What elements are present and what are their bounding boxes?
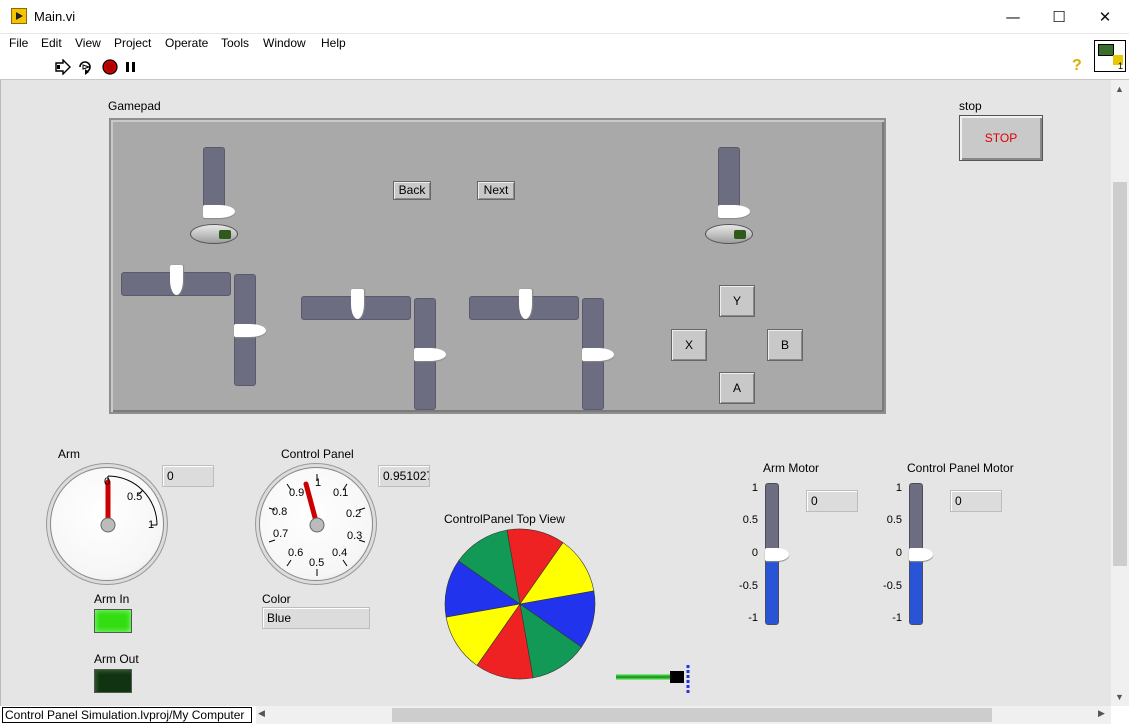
- top-view-label: ControlPanel Top View: [444, 512, 565, 526]
- vi-connector-icon[interactable]: 1: [1094, 40, 1126, 72]
- cp-tick-0.4: 0.4: [332, 547, 348, 559]
- arm-motor-label: Arm Motor: [763, 461, 820, 475]
- y-button[interactable]: Y: [719, 285, 755, 317]
- cp-tick-0.2: 0.2: [346, 508, 362, 520]
- cp-motor-tick: 1: [895, 482, 902, 494]
- gamepad-cluster: Back Next Y X B A: [109, 118, 886, 414]
- maximize-button[interactable]: ☐: [1036, 0, 1082, 34]
- run-continuously-icon[interactable]: [77, 59, 95, 75]
- color-label: Color: [262, 592, 291, 606]
- title-bar: [0, 0, 1129, 34]
- spinner-actuator-icon: [616, 665, 690, 693]
- cp-motor-thumb[interactable]: [909, 548, 933, 561]
- abort-icon[interactable]: [102, 59, 118, 75]
- cp-tick-0.5: 0.5: [309, 557, 325, 569]
- menu-file[interactable]: File: [9, 36, 28, 50]
- minimize-button[interactable]: —: [990, 0, 1036, 34]
- cp-motor-tick: -1: [892, 612, 902, 624]
- cp-motor-tick: -0.5: [883, 580, 902, 592]
- gamepad-label: Gamepad: [108, 99, 161, 113]
- dpad-x-thumb[interactable]: [519, 289, 532, 319]
- cp-motor-label: Control Panel Motor: [907, 461, 1014, 475]
- arm-in-label: Arm In: [94, 592, 130, 606]
- cp-tick-0.9: 0.9: [289, 487, 305, 499]
- vertical-scroll-thumb[interactable]: [1113, 182, 1127, 566]
- arm-tick-1: 1: [148, 519, 155, 531]
- arm-out-led[interactable]: [94, 669, 132, 693]
- cp-motor-fill: [910, 555, 922, 624]
- x-button[interactable]: X: [671, 329, 707, 361]
- left-bumper-button[interactable]: [190, 224, 238, 244]
- left-stick-y-thumb[interactable]: [234, 324, 266, 337]
- right-trigger-thumb[interactable]: [718, 205, 750, 218]
- arm-motor-tick: 0: [751, 547, 758, 559]
- arm-out-label: Arm Out: [94, 652, 139, 666]
- control-panel-top-view-wheel: [444, 528, 596, 680]
- dpad-y-thumb[interactable]: [582, 348, 614, 361]
- b-button[interactable]: B: [767, 329, 803, 361]
- a-button[interactable]: A: [719, 372, 755, 404]
- arm-motor-tick: -1: [748, 612, 758, 624]
- left-trigger-thumb[interactable]: [203, 205, 235, 218]
- cp-tick-0.8: 0.8: [272, 506, 288, 518]
- vertical-scrollbar[interactable]: ▲ ▼: [1111, 80, 1129, 706]
- vi-icon-number: 1: [1118, 61, 1124, 71]
- arm-in-led[interactable]: [94, 609, 132, 633]
- cp-motor-tick: 0: [895, 547, 902, 559]
- cp-motor-value-indicator: 0: [950, 490, 1002, 512]
- arm-value-indicator: 0: [162, 465, 214, 487]
- arm-motor-tick: 1: [751, 482, 758, 494]
- right-bumper-button[interactable]: [705, 224, 753, 244]
- menu-view[interactable]: View: [75, 36, 101, 50]
- arm-motor-fill: [766, 555, 778, 624]
- scroll-left-icon[interactable]: ◀: [258, 708, 265, 719]
- arm-tick-0.5: 0.5: [127, 491, 143, 503]
- scroll-right-icon[interactable]: ▶: [1098, 708, 1105, 719]
- cp-tick-0.6: 0.6: [288, 547, 304, 559]
- stop-label: stop: [959, 99, 982, 113]
- right-stick-y-thumb[interactable]: [414, 348, 446, 361]
- horizontal-scroll-thumb[interactable]: [392, 708, 992, 722]
- arm-motor-tick: -0.5: [739, 580, 758, 592]
- scroll-down-icon[interactable]: ▼: [1115, 692, 1124, 702]
- scroll-up-icon[interactable]: ▲: [1115, 84, 1124, 94]
- right-stick-x-thumb[interactable]: [351, 289, 364, 319]
- arm-tick-0: 0: [104, 476, 111, 488]
- run-arrow-icon[interactable]: [54, 59, 72, 75]
- menu-operate[interactable]: Operate: [165, 36, 208, 50]
- control-panel-value-indicator: 0.951027: [378, 465, 430, 487]
- left-stick-x-thumb[interactable]: [170, 265, 183, 295]
- pause-icon[interactable]: [124, 60, 138, 74]
- window-title: Main.vi: [34, 9, 76, 24]
- back-button[interactable]: Back: [393, 181, 431, 200]
- color-value-indicator: Blue: [262, 607, 370, 629]
- cp-tick-1: 1: [315, 477, 322, 489]
- cp-motor-tick: 0.5: [886, 514, 902, 526]
- next-button[interactable]: Next: [477, 181, 515, 200]
- arm-gauge-label: Arm: [58, 447, 80, 461]
- menu-edit[interactable]: Edit: [41, 36, 62, 50]
- control-panel-gauge-label: Control Panel: [281, 447, 354, 461]
- context-help-icon[interactable]: ?: [1072, 57, 1082, 75]
- arm-motor-value-indicator: 0: [806, 490, 858, 512]
- project-path: Control Panel Simulation.lvproj/My Compu…: [2, 707, 252, 723]
- labview-app-icon: [11, 8, 27, 24]
- menu-project[interactable]: Project: [114, 36, 151, 50]
- horizontal-scrollbar[interactable]: ◀ ▶: [256, 706, 1111, 724]
- arm-motor-tick: 0.5: [742, 514, 758, 526]
- cp-tick-0.3: 0.3: [347, 530, 363, 542]
- arm-motor-thumb[interactable]: [765, 548, 789, 561]
- menu-window[interactable]: Window: [263, 36, 306, 50]
- close-button[interactable]: ✕: [1082, 0, 1128, 34]
- menu-tools[interactable]: Tools: [221, 36, 249, 50]
- cp-tick-0.1: 0.1: [333, 487, 349, 499]
- stop-button[interactable]: STOP: [959, 115, 1043, 161]
- toolbar: [0, 54, 1129, 80]
- cp-tick-0.7: 0.7: [273, 528, 289, 540]
- menu-help[interactable]: Help: [321, 36, 346, 50]
